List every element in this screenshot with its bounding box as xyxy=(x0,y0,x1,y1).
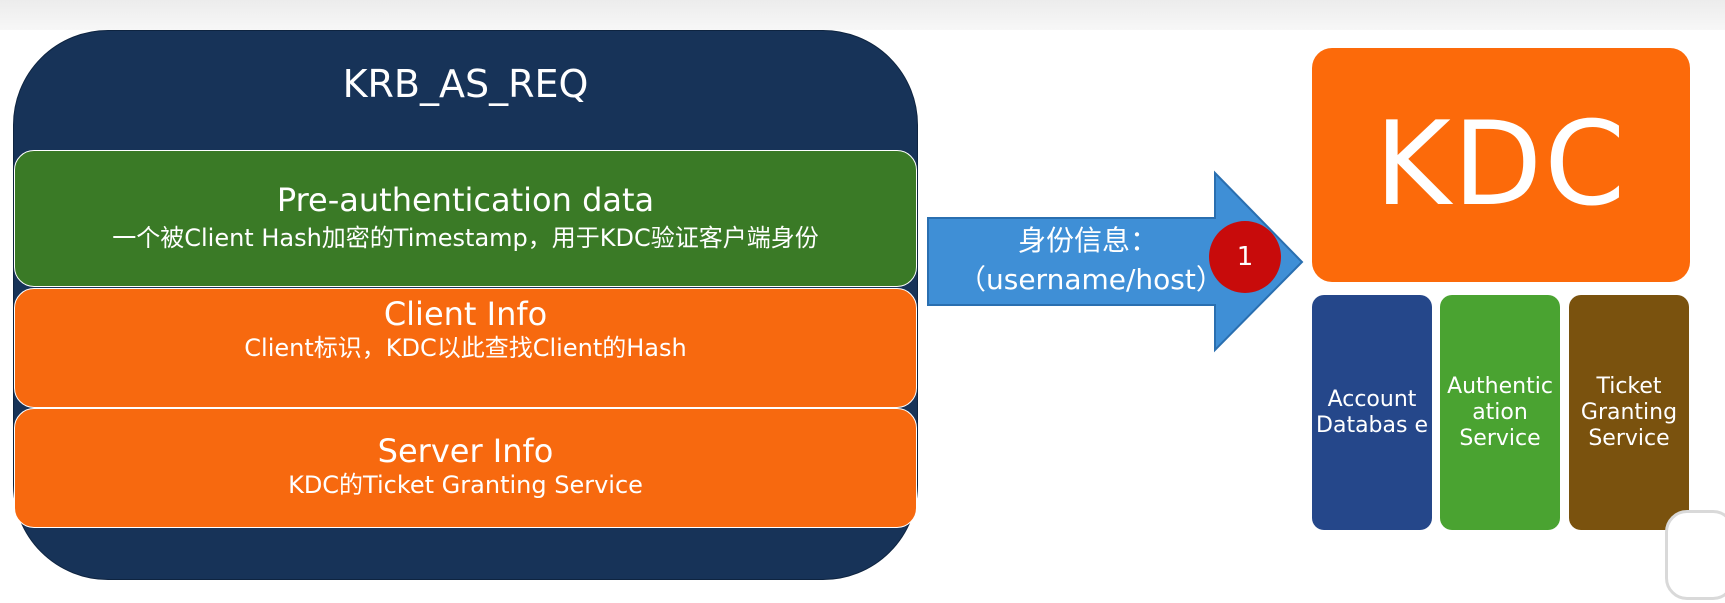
player-control-widget[interactable] xyxy=(1665,510,1725,600)
server-info-description: KDC的Ticket Granting Service xyxy=(288,471,643,499)
slide-top-strip xyxy=(0,0,1725,30)
account-database-box: Account Databas e xyxy=(1312,295,1432,530)
authentication-service-box: Authentic ation Service xyxy=(1440,295,1560,530)
arrow-label-identity: 身份信息： xyxy=(1017,224,1158,257)
ticket-granting-service-label: Ticket Granting Service xyxy=(1580,373,1678,451)
client-info-field: Client Info Client标识，KDC以此查找Client的Hash xyxy=(14,288,917,408)
client-info-description: Client标识，KDC以此查找Client的Hash xyxy=(244,334,687,362)
arrow-label-username-host: （username/host） xyxy=(958,263,1224,296)
kdc-box: KDC xyxy=(1312,48,1690,282)
pre-auth-data-field: Pre-authentication data 一个被Client Hash加密… xyxy=(14,150,917,287)
account-database-label: Account Databas e xyxy=(1316,386,1428,438)
ticket-granting-service-box: Ticket Granting Service xyxy=(1569,295,1689,530)
server-info-title: Server Info xyxy=(377,432,554,470)
step-number-badge: 1 xyxy=(1209,221,1281,293)
pre-auth-data-title: Pre-authentication data xyxy=(276,181,655,219)
krb-as-req-title: KRB_AS_REQ xyxy=(342,62,589,106)
authentication-service-label: Authentic ation Service xyxy=(1447,373,1553,451)
server-info-field: Server Info KDC的Ticket Granting Service xyxy=(14,408,917,528)
pre-auth-data-description: 一个被Client Hash加密的Timestamp，用于KDC验证客户端身份 xyxy=(112,224,819,252)
client-info-title: Client Info xyxy=(383,295,548,333)
